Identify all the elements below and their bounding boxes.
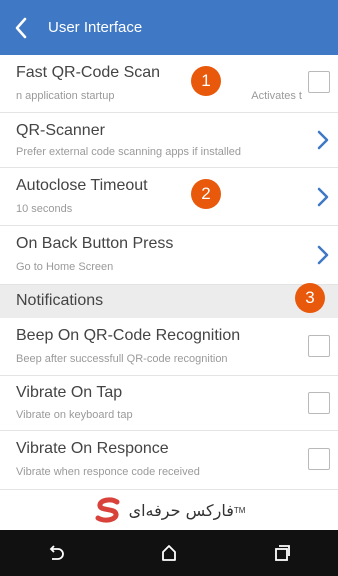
vibrate-on-tap-checkbox[interactable] [308,392,330,414]
setting-subtitle: Vibrate on keyboard tap [16,409,133,421]
chevron-left-icon [15,17,27,38]
nav-home-button[interactable] [139,530,199,576]
setting-fast-qr-scan[interactable]: Fast QR-Code Scan n application startup … [0,55,338,113]
setting-vibrate-on-tap[interactable]: Vibrate On Tap Vibrate on keyboard tap [0,376,338,431]
setting-title: On Back Button Press [16,235,174,252]
callout-badge: 1 [191,66,221,96]
setting-title: Vibrate On Tap [16,384,123,401]
setting-subtitle: Beep after successfull QR-code recogniti… [16,353,228,365]
logo-icon [95,497,120,523]
beep-checkbox[interactable] [308,335,330,357]
setting-subtitle: Prefer external code scanning apps if in… [16,146,242,158]
vibrate-on-responce-checkbox[interactable] [308,448,330,470]
setting-subtitle: Vibrate when responce code received [16,466,200,478]
setting-title: Autoclose Timeout [16,177,148,194]
setting-subtitle-overflow: Activates t [251,90,302,102]
back-button[interactable] [0,0,42,55]
app-bar: User Interface [0,0,338,55]
setting-beep-on-recognition[interactable]: Beep On QR-Code Recognition Beep after s… [0,318,338,376]
setting-title: Vibrate On Responce [16,440,169,457]
setting-subtitle: Go to Home Screen [16,261,114,273]
chevron-right-icon [317,245,329,265]
watermark-logo: فارکس حرفه‌ای TM [0,490,338,530]
setting-title: Fast QR-Code Scan [16,64,161,81]
setting-on-back-button-press[interactable]: On Back Button Press Go to Home Screen [0,226,338,285]
section-title: Notifications [16,292,104,309]
fast-qr-scan-checkbox[interactable] [308,71,330,93]
nav-recents-button[interactable] [252,530,312,576]
page-title: User Interface [48,19,143,36]
back-icon [50,545,65,560]
trademark: TM [233,505,246,515]
nav-back-button[interactable] [26,530,86,576]
callout-badge: 3 [295,283,325,313]
brand-name: فارکس حرفه‌ای [128,500,234,520]
setting-vibrate-on-responce[interactable]: Vibrate On Responce Vibrate when responc… [0,431,338,490]
setting-title: QR-Scanner [16,122,105,139]
callout-badge: 2 [191,179,221,209]
setting-subtitle: n application startup [16,90,115,102]
recents-icon [274,545,290,561]
setting-title: Beep On QR-Code Recognition [16,327,241,344]
home-icon [162,545,176,561]
chevron-right-icon [317,130,329,150]
setting-qr-scanner[interactable]: QR-Scanner Prefer external code scanning… [0,113,338,168]
setting-autoclose-timeout[interactable]: Autoclose Timeout 10 seconds [0,168,338,226]
chevron-right-icon [317,187,329,207]
system-nav-bar [0,530,338,576]
section-header-notifications: Notifications [0,285,338,318]
setting-subtitle: 10 seconds [16,203,73,215]
